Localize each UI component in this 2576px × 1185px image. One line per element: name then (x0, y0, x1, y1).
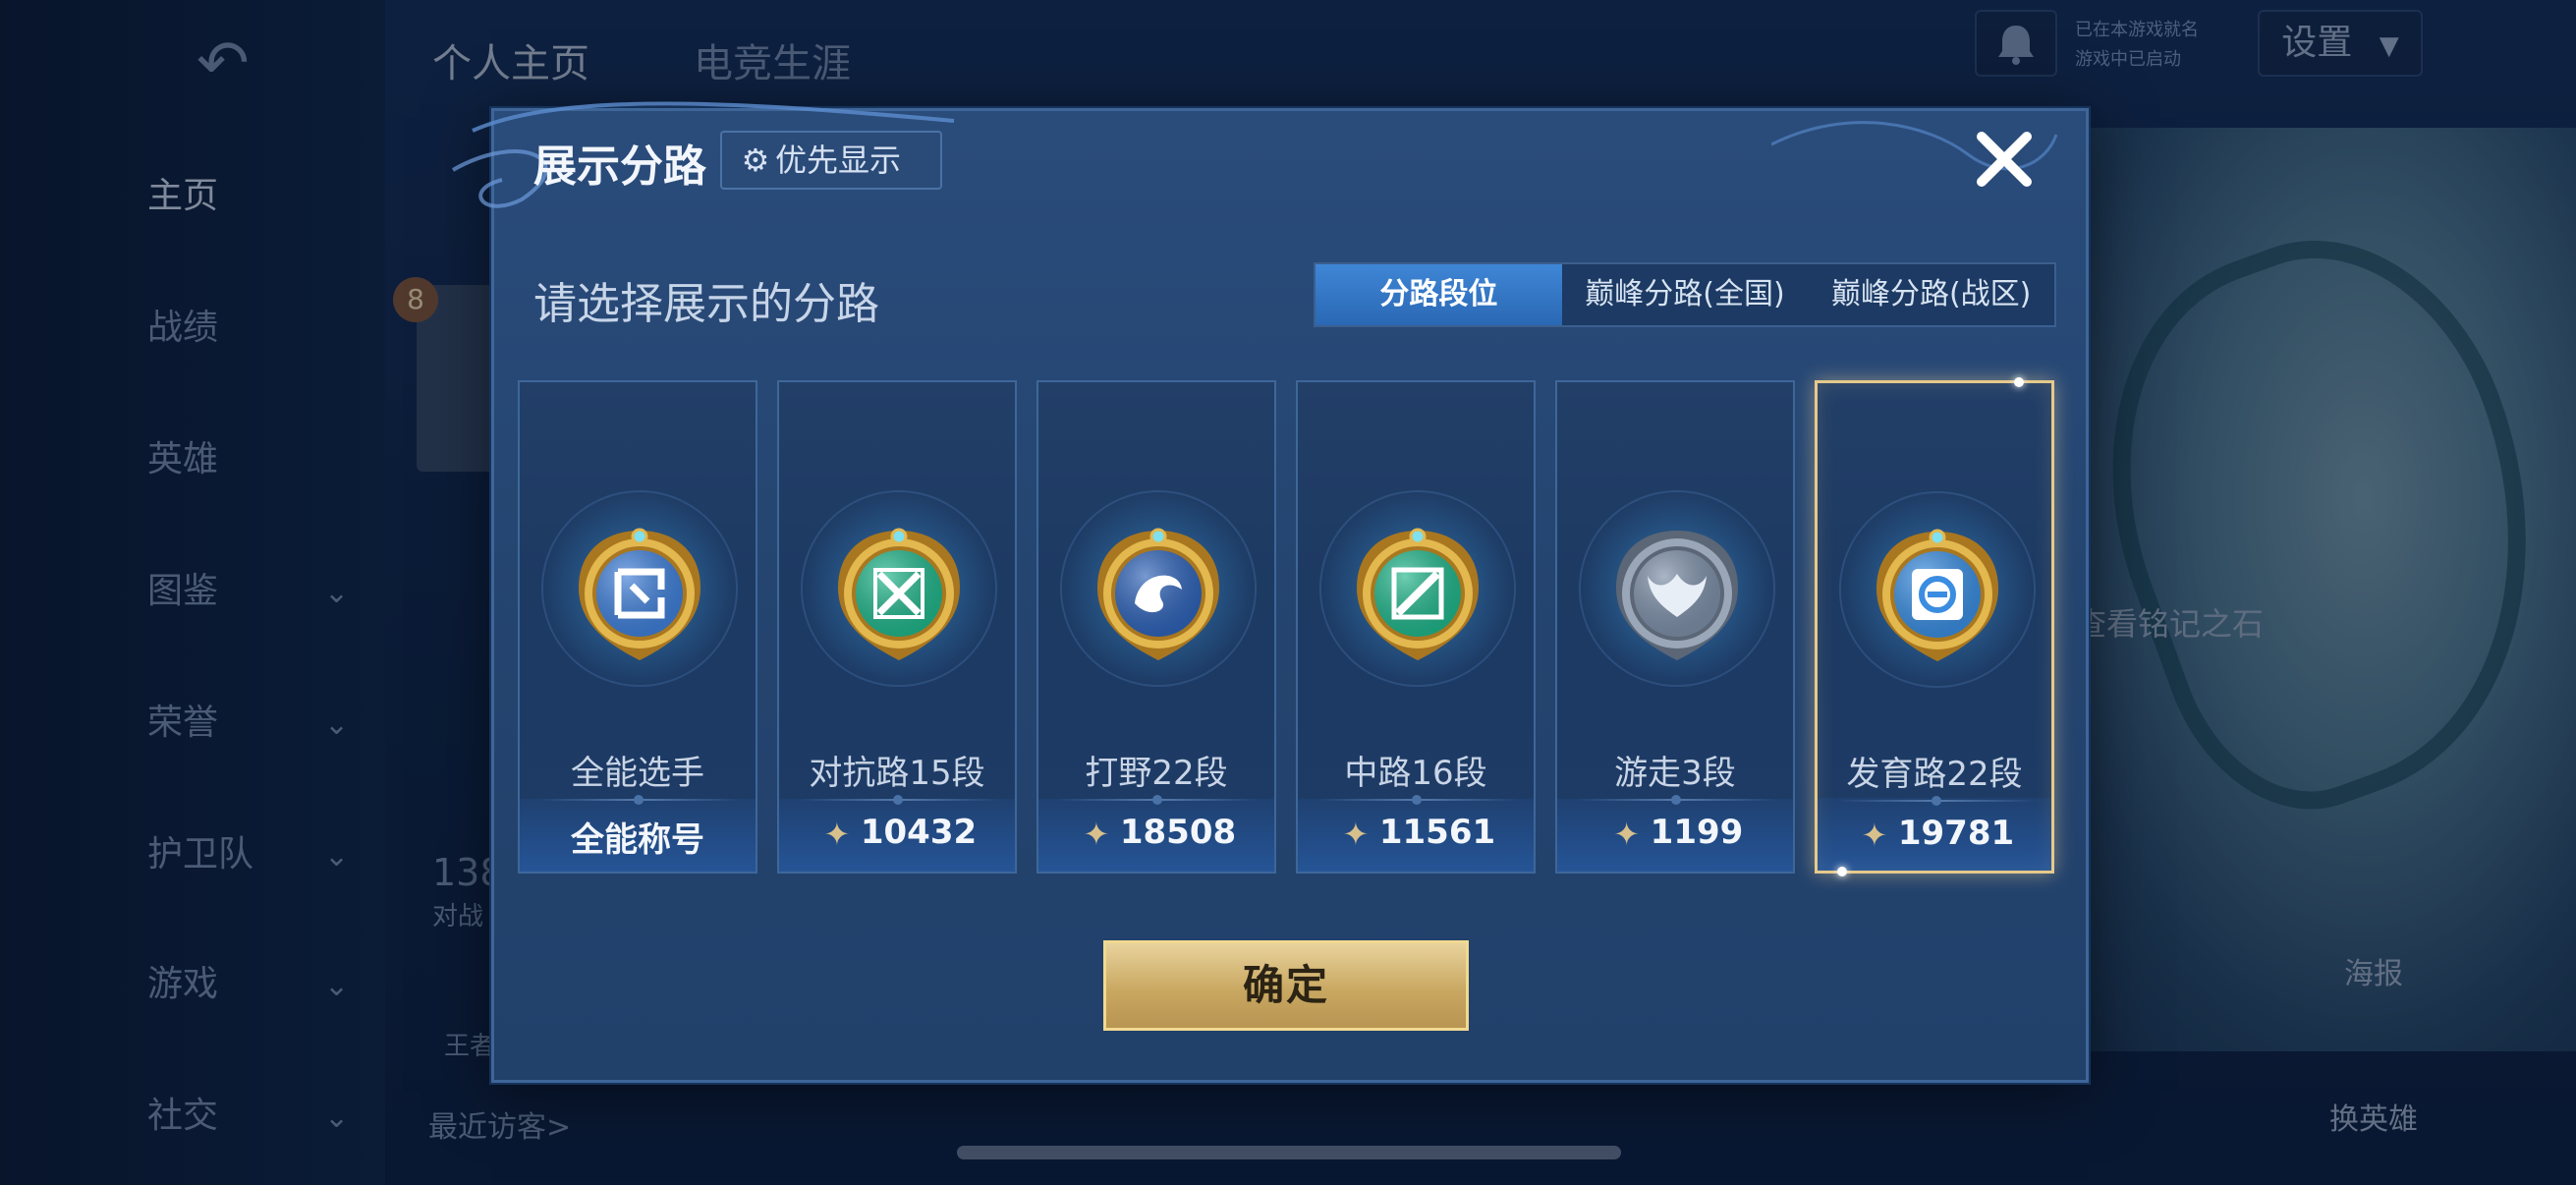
lane-display-dialog: 展示分路 ⚙ 优先显示 请选择展示的分路 分路段位 巅峰分路(全国) 巅峰分路(战… (452, 101, 2089, 1083)
priority-display-button[interactable]: ⚙ 优先显示 (720, 131, 942, 190)
lane-score-value: 11561 (1378, 813, 1496, 852)
peak-points-icon: ✦ (1861, 816, 1888, 854)
lane-card[interactable]: 游走3段 ✦ 1199 (1555, 380, 1795, 874)
lane-card[interactable]: 中路16段 ✦ 11561 (1296, 380, 1536, 874)
tab-peak-lane-region[interactable]: 巅峰分路(战区) (1808, 264, 2054, 325)
card-divider (1577, 795, 1777, 805)
lane-score: ✦ 1199 (1557, 813, 1793, 853)
lane-score-value: 19781 (1897, 814, 2015, 853)
farm-lane-emblem-icon (1876, 529, 1998, 661)
lane-rank-label: 发育路22段 (1846, 755, 2023, 794)
lane-rank-label: 游走3段 (1614, 754, 1736, 793)
lane-card[interactable]: 打野22段 ✦ 18508 (1036, 380, 1276, 874)
gear-icon: ⚙ (741, 141, 770, 179)
selection-corner-dot (1837, 867, 1847, 876)
priority-display-label: 优先显示 (775, 141, 902, 179)
card-divider (1837, 796, 2038, 806)
mid-lane-emblem-icon (1357, 528, 1479, 660)
peak-points-icon: ✦ (823, 815, 851, 853)
lane-rank-label: 全能选手 (571, 754, 704, 793)
card-divider (1317, 795, 1518, 805)
lane-score-value: 18508 (1119, 813, 1237, 852)
lane-score-value: 1199 (1650, 813, 1744, 852)
jungle-emblem-icon (1097, 528, 1219, 660)
dialog-title: 展示分路 (533, 141, 706, 192)
roam-emblem-icon (1616, 531, 1738, 660)
card-divider (799, 795, 999, 805)
lane-rank-label: 打野22段 (1085, 754, 1228, 793)
peak-points-icon: ✦ (1613, 815, 1641, 853)
close-icon[interactable] (1970, 125, 2039, 194)
lane-card[interactable]: 对抗路15段 ✦ 10432 (777, 380, 1017, 874)
lane-score: ✦ 10432 (779, 813, 1015, 853)
lane-score-value: 全能称号 (571, 820, 704, 860)
clash-lane-emblem-icon (838, 528, 960, 660)
lane-score-value: 10432 (860, 813, 978, 852)
confirm-button[interactable]: 确定 (1103, 940, 1469, 1031)
lane-rank-label: 中路16段 (1344, 754, 1487, 793)
card-divider (539, 795, 740, 805)
tab-lane-rank[interactable]: 分路段位 (1316, 264, 1562, 325)
lane-score: ✦ 11561 (1298, 813, 1534, 853)
lane-score: ✦ 19781 (1818, 814, 2051, 854)
selection-corner-dot (2014, 377, 2024, 387)
lane-card[interactable]: 发育路22段 ✦ 19781 (1815, 377, 2054, 876)
lane-card[interactable]: 全能选手 全能称号 (518, 380, 757, 874)
lane-tab-switcher: 分路段位 巅峰分路(全国) 巅峰分路(战区) (1314, 262, 2056, 327)
peak-points-icon: ✦ (1083, 815, 1110, 853)
card-divider (1058, 795, 1259, 805)
peak-points-icon: ✦ (1342, 815, 1370, 853)
lane-rank-label: 对抗路15段 (809, 754, 985, 793)
lane-score: ✦ 18508 (1038, 813, 1274, 853)
all-round-emblem-icon (579, 528, 700, 660)
lane-score: 全能称号 (520, 813, 756, 861)
tab-peak-lane-national[interactable]: 巅峰分路(全国) (1562, 264, 1809, 325)
dialog-subtitle: 请选择展示的分路 (533, 279, 879, 329)
